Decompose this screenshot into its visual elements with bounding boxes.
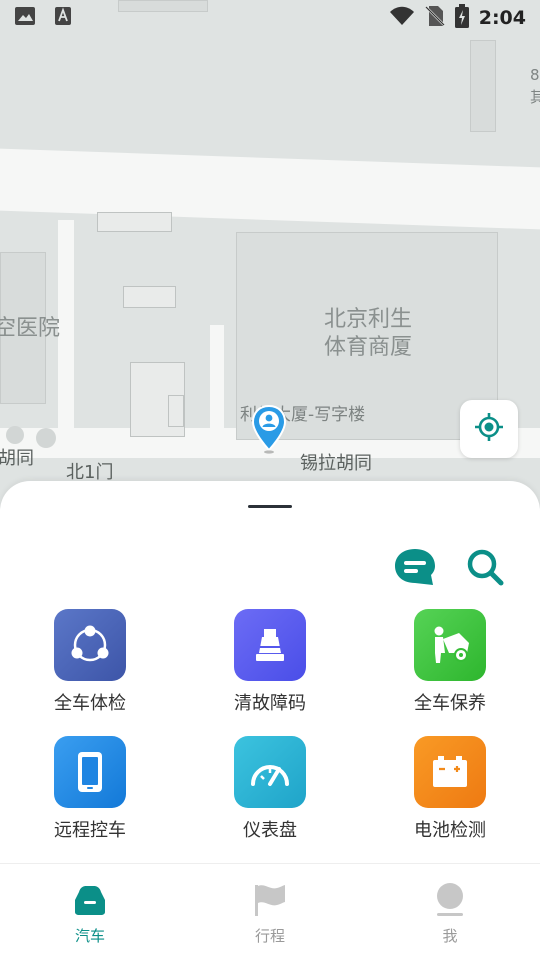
search-button[interactable] (462, 546, 508, 592)
tile-label: 全车体检 (54, 693, 126, 714)
clear-fault-code-icon (234, 609, 306, 681)
text-a-icon (54, 6, 72, 30)
drag-handle[interactable] (248, 505, 292, 508)
vehicle-check-icon (54, 609, 126, 681)
gallery-icon (14, 6, 36, 30)
flag-icon (210, 882, 330, 918)
message-button[interactable] (392, 546, 438, 592)
map-label-street: 胡同 (0, 448, 34, 469)
tile-label: 全车保养 (414, 693, 486, 714)
map-label-building: 北京利生 (324, 307, 413, 332)
map-building (470, 40, 496, 132)
map-road (58, 220, 74, 450)
tile-label: 电池检测 (414, 820, 486, 841)
message-icon (393, 547, 437, 591)
map-label-building: 体育商厦 (324, 335, 413, 360)
nav-label: 汽车 (74, 927, 105, 945)
map-building (168, 395, 184, 427)
car-icon (30, 882, 150, 918)
map-roundabout (36, 428, 56, 448)
tile-label: 远程控车 (54, 820, 126, 841)
maintenance-icon (414, 609, 486, 681)
map-label-edge: 8 (530, 66, 540, 84)
tile-vehicle-check[interactable]: 全车体检 (20, 609, 160, 715)
nav-label: 我 (442, 927, 458, 945)
map-label-street: 锡拉胡同 (300, 453, 372, 474)
bottom-nav: 汽车 行程 我 (0, 863, 540, 960)
map-building (123, 286, 176, 308)
map-label-hospital: 空医院 (0, 316, 61, 341)
my-location-button[interactable] (460, 400, 518, 458)
remote-control-phone-icon (54, 736, 126, 808)
tile-clear-fault-code[interactable]: 清故障码 (200, 609, 340, 715)
no-sim-icon (424, 5, 445, 31)
map-road (0, 148, 540, 230)
crosshair-icon (474, 412, 504, 446)
map-building (97, 212, 172, 232)
battery-charging-icon (454, 4, 469, 32)
map-road (210, 325, 224, 445)
map-label-edge: 其 (530, 88, 540, 106)
tile-battery-check[interactable]: 电池检测 (380, 736, 520, 842)
nav-item-trips[interactable]: 行程 (210, 882, 330, 946)
battery-check-icon (414, 736, 486, 808)
map-roundabout (6, 426, 24, 444)
status-bar: 2:04 (0, 0, 540, 36)
tile-dashboard[interactable]: 仪表盘 (200, 736, 340, 842)
nav-label: 行程 (254, 927, 285, 945)
status-time: 2:04 (478, 7, 526, 29)
wifi-icon (389, 6, 415, 30)
tile-maintenance[interactable]: 全车保养 (380, 609, 520, 715)
dashboard-gauge-icon (234, 736, 306, 808)
nav-item-car[interactable]: 汽车 (30, 882, 150, 946)
tile-remote-control[interactable]: 远程控车 (20, 736, 160, 842)
profile-icon (390, 882, 510, 918)
tile-label: 清故障码 (234, 693, 306, 714)
search-icon (465, 547, 505, 591)
nav-item-me[interactable]: 我 (390, 882, 510, 946)
tile-label: 仪表盘 (243, 820, 297, 841)
location-pin-icon[interactable] (250, 404, 288, 454)
